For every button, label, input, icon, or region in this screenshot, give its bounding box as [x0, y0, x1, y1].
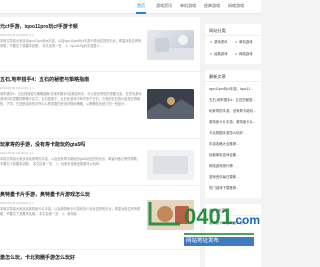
- svg-text:.com: .com: [232, 213, 260, 227]
- svg-text:0401: 0401: [184, 204, 233, 229]
- watermark-subtitle: 网站地址发布: [186, 238, 220, 244]
- watermark-text: 0401.com: [184, 206, 185, 207]
- watermark-logo: 0401 .com: [148, 202, 260, 246]
- page: 首页 游戏资讯 单机游戏 经典游戏 网络游戏 元cf手游，iqoo11pro玩c…: [0, 0, 261, 267]
